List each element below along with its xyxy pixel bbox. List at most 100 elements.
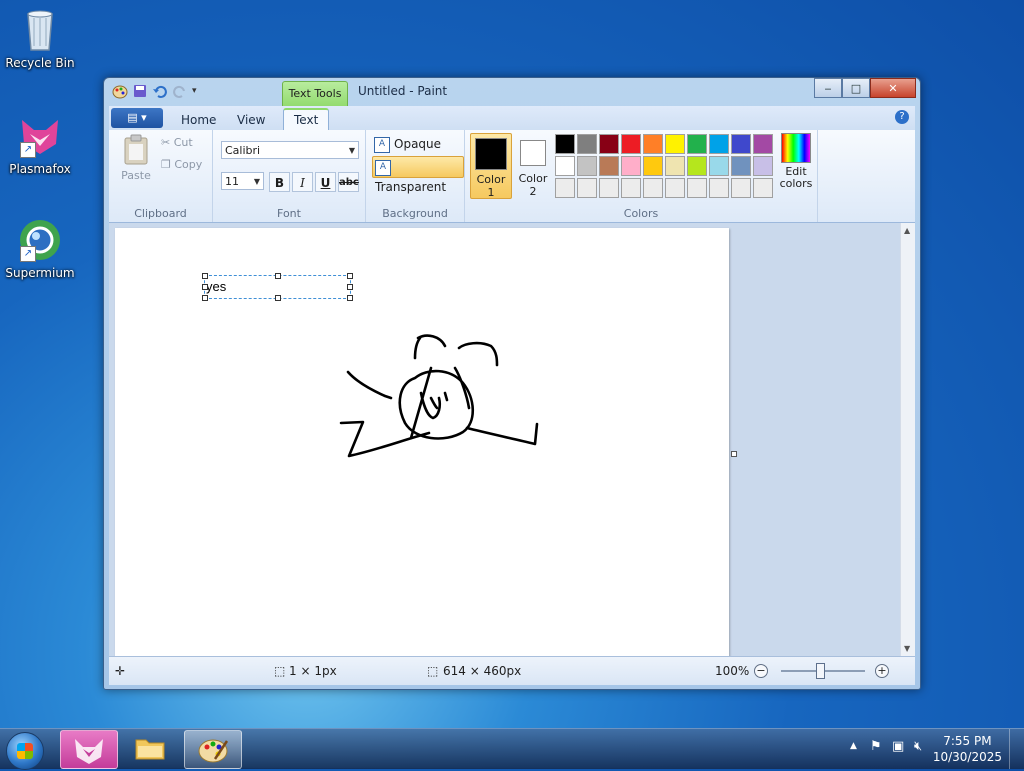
tab-view[interactable]: View bbox=[227, 110, 275, 130]
copy-button[interactable]: ❐ Copy bbox=[161, 158, 202, 171]
taskbar-file-explorer[interactable] bbox=[122, 730, 178, 767]
palette-swatch[interactable] bbox=[687, 156, 707, 176]
palette-swatch[interactable] bbox=[577, 178, 597, 198]
clock[interactable]: 7:55 PM 10/30/2025 bbox=[933, 733, 1002, 765]
clipboard-group-label: Clipboard bbox=[134, 207, 187, 220]
desktop-icon-plasmafox[interactable]: ↗ Plasmafox bbox=[0, 112, 80, 176]
desktop-icon-supermium[interactable]: ↗ Supermium bbox=[0, 216, 80, 280]
copy-icon: ❐ bbox=[161, 158, 171, 171]
clipboard-group: Paste ✂ Cut ❐ Copy Clipboard bbox=[109, 130, 213, 222]
zoom-slider-thumb[interactable] bbox=[816, 663, 825, 679]
palette-swatch[interactable] bbox=[709, 134, 729, 154]
palette-swatch[interactable] bbox=[577, 134, 597, 154]
recycle-bin-icon bbox=[16, 6, 64, 54]
save-icon[interactable] bbox=[132, 83, 148, 99]
help-icon[interactable]: ? bbox=[895, 110, 909, 124]
transparent-icon: A bbox=[375, 159, 391, 176]
bold-button[interactable]: B bbox=[269, 172, 290, 192]
show-hidden-icons-icon[interactable]: ▲ bbox=[850, 741, 857, 751]
action-center-icon[interactable]: ⚑ bbox=[870, 739, 882, 754]
shortcut-arrow-icon: ↗ bbox=[20, 142, 36, 158]
palette-swatch[interactable] bbox=[687, 134, 707, 154]
palette-swatch[interactable] bbox=[753, 178, 773, 198]
palette-swatch[interactable] bbox=[599, 156, 619, 176]
italic-button[interactable]: I bbox=[292, 172, 313, 192]
transparent-button[interactable]: A Transparent bbox=[372, 156, 464, 194]
color1-label: Color bbox=[476, 173, 506, 186]
chevron-down-icon: ▼ bbox=[348, 146, 355, 155]
taskbar: ▲ ⚑ ▣ 🔇︎ 7:55 PM 10/30/2025 bbox=[0, 728, 1024, 770]
canvas-resize-handle[interactable] bbox=[731, 451, 737, 457]
redo-icon[interactable] bbox=[172, 83, 188, 99]
palette-swatch[interactable] bbox=[577, 156, 597, 176]
palette-swatch[interactable] bbox=[687, 178, 707, 198]
network-icon[interactable]: ▣ bbox=[892, 739, 904, 754]
title-bar[interactable]: ▾ Text Tools Untitled - Paint ‒ □ ✕ bbox=[104, 78, 920, 109]
maximize-button[interactable]: □ bbox=[842, 78, 870, 98]
palette-swatch[interactable] bbox=[665, 178, 685, 198]
window-controls: ‒ □ ✕ bbox=[814, 78, 916, 98]
palette-swatch[interactable] bbox=[709, 156, 729, 176]
palette-swatch[interactable] bbox=[555, 156, 575, 176]
desktop-icon-recycle-bin[interactable]: Recycle Bin bbox=[0, 6, 80, 70]
color1-button[interactable]: Color 1 bbox=[470, 133, 512, 199]
copy-label: Copy bbox=[174, 158, 203, 171]
palette-swatch[interactable] bbox=[731, 134, 751, 154]
font-family-dropdown[interactable]: Calibri ▼ bbox=[221, 141, 359, 159]
vertical-scrollbar[interactable]: ▲ ▼ bbox=[900, 223, 915, 656]
opaque-button[interactable]: A Opaque bbox=[372, 134, 445, 154]
zoom-in-icon[interactable]: + bbox=[875, 664, 889, 678]
taskbar-paint[interactable] bbox=[184, 730, 242, 769]
start-button[interactable] bbox=[6, 732, 44, 770]
show-desktop-button[interactable] bbox=[1009, 729, 1024, 769]
palette-swatch[interactable] bbox=[709, 178, 729, 198]
palette-swatch[interactable] bbox=[621, 178, 641, 198]
palette-swatch[interactable] bbox=[753, 134, 773, 154]
scroll-down-icon[interactable]: ▼ bbox=[904, 644, 910, 653]
palette-swatch[interactable] bbox=[621, 156, 641, 176]
scroll-up-icon[interactable]: ▲ bbox=[904, 226, 910, 235]
clipboard-icon bbox=[123, 134, 149, 166]
edit-colors-button[interactable]: Edit colors bbox=[775, 133, 817, 190]
menu-icon: ▤ ▾ bbox=[127, 111, 147, 124]
volume-muted-icon[interactable]: 🔇︎ bbox=[914, 739, 922, 754]
font-size-dropdown[interactable]: 11 ▼ bbox=[221, 172, 264, 190]
palette-swatch[interactable] bbox=[555, 134, 575, 154]
underline-button[interactable]: U bbox=[315, 172, 336, 192]
drawing-canvas[interactable]: yes bbox=[115, 228, 729, 656]
palette-swatch[interactable] bbox=[555, 178, 575, 198]
paint-menu-button[interactable]: ▤ ▾ bbox=[111, 108, 163, 128]
strikethrough-button[interactable]: abc bbox=[338, 172, 359, 192]
ribbon-tabs: ▤ ▾ Home View Text ? bbox=[109, 106, 915, 133]
undo-icon[interactable] bbox=[152, 83, 168, 99]
palette-swatch[interactable] bbox=[599, 134, 619, 154]
palette-swatch[interactable] bbox=[643, 156, 663, 176]
minimize-button[interactable]: ‒ bbox=[814, 78, 842, 98]
scissors-icon: ✂ bbox=[161, 136, 171, 149]
transparent-label: Transparent bbox=[375, 180, 447, 194]
palette-swatch[interactable] bbox=[643, 134, 663, 154]
freehand-drawing bbox=[339, 334, 539, 458]
palette-swatch[interactable] bbox=[621, 134, 641, 154]
palette-swatch[interactable] bbox=[731, 156, 751, 176]
customize-qat-icon[interactable]: ▾ bbox=[192, 83, 208, 99]
color2-button[interactable]: Color 2 bbox=[513, 133, 553, 198]
taskbar-plasmafox[interactable] bbox=[60, 730, 118, 769]
palette-swatch[interactable] bbox=[665, 156, 685, 176]
cut-label: Cut bbox=[173, 136, 193, 149]
palette-swatch[interactable] bbox=[599, 178, 619, 198]
palette-swatch[interactable] bbox=[753, 156, 773, 176]
cut-button[interactable]: ✂ Cut bbox=[161, 136, 193, 149]
opaque-label: Opaque bbox=[394, 137, 442, 151]
tab-home[interactable]: Home bbox=[171, 110, 226, 130]
paste-button[interactable]: Paste bbox=[117, 134, 155, 182]
color-palette bbox=[555, 134, 773, 198]
close-button[interactable]: ✕ bbox=[870, 78, 916, 98]
status-bar: ✛ ⬚ 1 × 1px ⬚ 614 × 460px 100% − + bbox=[109, 656, 915, 685]
zoom-out-icon[interactable]: − bbox=[754, 664, 768, 678]
palette-swatch[interactable] bbox=[665, 134, 685, 154]
palette-swatch[interactable] bbox=[643, 178, 663, 198]
paint-app-icon[interactable] bbox=[112, 83, 128, 99]
color2-swatch bbox=[520, 140, 546, 166]
palette-swatch[interactable] bbox=[731, 178, 751, 198]
